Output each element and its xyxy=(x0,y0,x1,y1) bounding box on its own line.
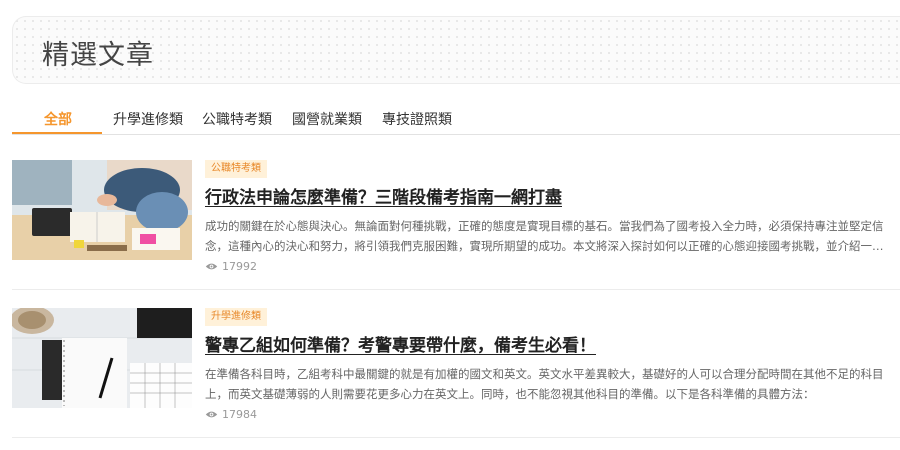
view-count-value: 17992 xyxy=(222,260,257,273)
view-count: 17992 xyxy=(205,260,257,273)
category-badge[interactable]: 升學進修類 xyxy=(205,308,267,326)
eye-icon xyxy=(205,411,218,418)
active-tab-indicator xyxy=(12,132,102,134)
article-excerpt: 在準備各科目時，乙組考科中最關鍵的就是有加權的國文和英文。英文水平差異較大，基礎… xyxy=(205,364,900,404)
article-excerpt: 成功的關鍵在於心態與決心。無論面對何種挑戰，正確的態度是實現目標的基石。當我們為… xyxy=(205,216,900,256)
tab-further-study[interactable]: 升學進修類 xyxy=(113,109,183,129)
view-count: 17984 xyxy=(205,408,257,421)
tab-civil-service[interactable]: 公職特考類 xyxy=(202,109,272,129)
category-tabs: 全部 升學進修類 公職特考類 國營就業類 專技證照類 xyxy=(12,102,900,135)
excerpt-line: 上，而英文基礎薄弱的人則需要花更多心力在英文上。同時，也不能忽視其他科目的準備。… xyxy=(205,387,815,401)
divider xyxy=(12,289,900,290)
article-card: 公職特考類 行政法申論怎麼準備？三階段備考指南一網打盡 成功的關鍵在於心態與決心… xyxy=(12,160,900,300)
tab-all[interactable]: 全部 xyxy=(44,109,72,129)
studying-students-photo-icon xyxy=(12,160,192,260)
category-badge[interactable]: 公職特考類 xyxy=(205,160,267,178)
article-title[interactable]: 行政法申論怎麼準備？三階段備考指南一網打盡 xyxy=(205,183,562,208)
eye-icon xyxy=(205,263,218,270)
excerpt-line: 成功的關鍵在於心態與決心。無論面對何種挑戰，正確的態度是實現目標的基石。當我們為… xyxy=(205,219,884,233)
article-thumbnail[interactable] xyxy=(12,308,192,408)
page-title: 精選文章 xyxy=(42,40,154,71)
article-thumbnail[interactable] xyxy=(12,160,192,260)
tab-professional-license[interactable]: 專技證照類 xyxy=(382,109,452,129)
article-card: 升學進修類 警專乙組如何準備？考警專要帶什麼，備考生必看！ 在準備各科目時，乙組… xyxy=(12,308,900,448)
notebook-desk-photo-icon xyxy=(12,308,192,408)
excerpt-line: 念，這種內心的決心和努力，將引領我們克服困難，實現所期望的成功。本文將深入探討如… xyxy=(205,239,884,253)
article-title[interactable]: 警專乙組如何準備？考警專要帶什麼，備考生必看！ xyxy=(205,331,596,356)
excerpt-line: 在準備各科目時，乙組考科中最關鍵的就是有加權的國文和英文。英文水平差異較大，基礎… xyxy=(205,367,884,381)
view-count-value: 17984 xyxy=(222,408,257,421)
tab-state-enterprise[interactable]: 國營就業類 xyxy=(292,109,362,129)
divider xyxy=(12,437,900,438)
